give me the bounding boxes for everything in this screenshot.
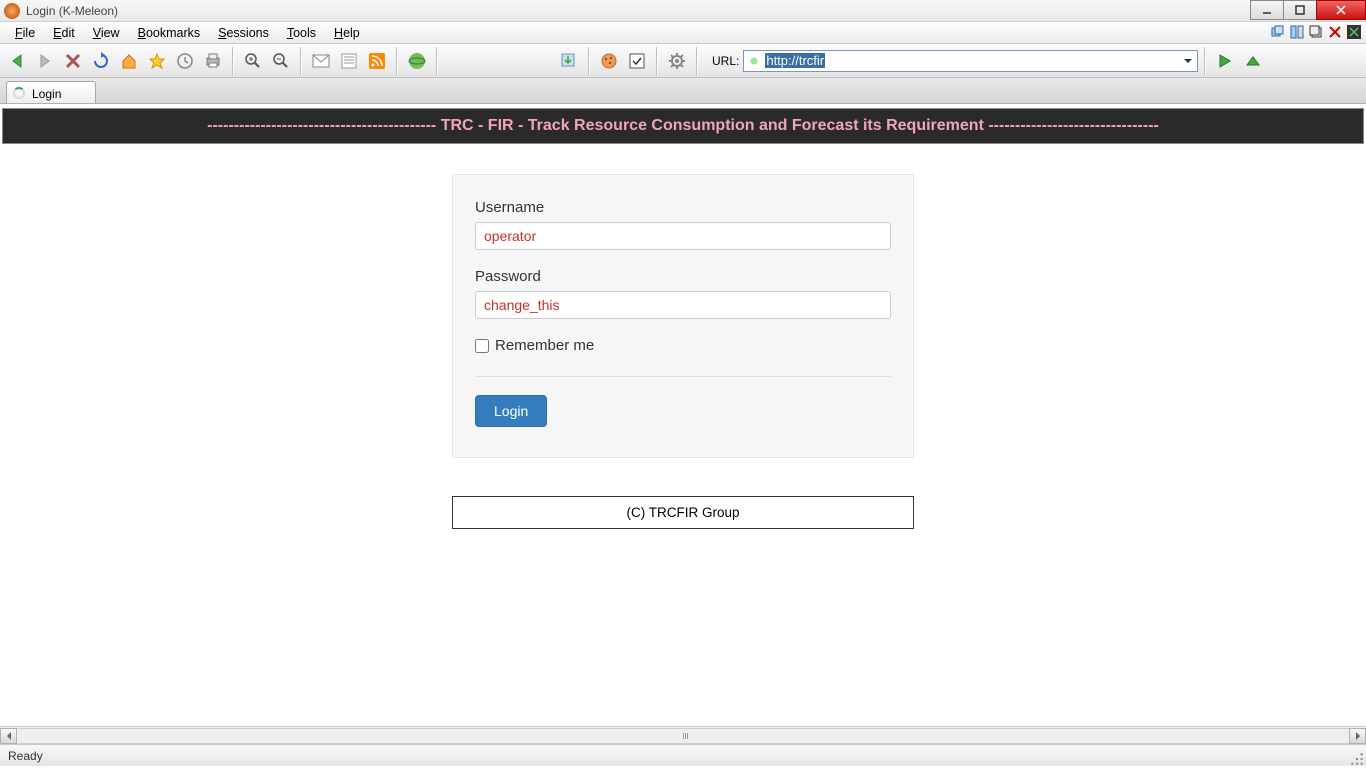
fullscreen-icon[interactable] [1346,24,1362,40]
forward-button[interactable] [32,48,58,74]
back-button[interactable] [4,48,30,74]
toolbar-separator [588,47,590,75]
form-separator [475,376,891,377]
login-button[interactable]: Login [475,395,547,427]
remember-checkbox[interactable] [475,339,489,353]
scroll-left-arrow[interactable] [0,728,17,744]
go-up-button[interactable] [1240,48,1266,74]
remember-label: Remember me [495,337,594,354]
reload-button[interactable] [88,48,114,74]
status-bar: Ready [0,744,1366,766]
url-text[interactable]: http://trcfir [765,53,825,68]
url-box[interactable]: http://trcfir [743,50,1198,72]
toolbar-separator [396,47,398,75]
window-title: Login (K-Meleon) [26,4,118,18]
app-icon [4,3,20,19]
minimize-button[interactable] [1250,0,1284,20]
url-label: URL: [712,54,739,68]
cookie-icon[interactable] [596,48,622,74]
scroll-track[interactable] [17,728,1349,744]
main-toolbar: URL: http://trcfir [0,44,1366,78]
history-icon[interactable] [172,48,198,74]
remember-row: Remember me [475,337,891,354]
username-group: Username [475,199,891,250]
url-favicon-icon [747,54,761,68]
rss-icon[interactable] [364,48,390,74]
menu-right-icons [1270,24,1362,40]
password-input[interactable] [475,291,891,319]
window-titlebar: Login (K-Meleon) [0,0,1366,22]
window-controls [1251,0,1366,22]
password-group: Password [475,268,891,319]
resize-grip-icon[interactable] [1350,752,1364,766]
maximize-button[interactable] [1283,0,1317,20]
close-button[interactable] [1316,0,1366,20]
tab-loading-spinner-icon [13,87,27,101]
url-bar-wrap: URL: http://trcfir [712,50,1198,72]
menu-view[interactable]: View [84,24,129,42]
zoom-out-icon[interactable] [268,48,294,74]
cascade-icon[interactable] [1270,24,1286,40]
password-label: Password [475,268,891,285]
menu-file[interactable]: File [6,24,44,42]
banner-title: ----------------------------------------… [2,108,1364,144]
toolbar-separator [696,47,698,75]
url-dropdown-icon[interactable] [1182,57,1194,65]
login-card: Username Password Remember me Login [452,174,914,458]
mail-icon[interactable] [308,48,334,74]
username-label: Username [475,199,891,216]
toolbar-separator [1204,47,1206,75]
news-icon[interactable] [336,48,362,74]
print-icon[interactable] [200,48,226,74]
tab-bar: Login [0,78,1366,104]
settings-gear-icon[interactable] [664,48,690,74]
menu-bar: File Edit View Bookmarks Sessions Tools … [0,22,1366,44]
close-tab-icon[interactable] [1327,24,1343,40]
username-input[interactable] [475,222,891,250]
menu-sessions[interactable]: Sessions [209,24,278,42]
restore-icon[interactable] [1308,24,1324,40]
home-button[interactable] [116,48,142,74]
zoom-in-icon[interactable] [240,48,266,74]
toolbar-separator [436,47,438,75]
toolbar-separator [656,47,658,75]
block-icon[interactable] [624,48,650,74]
footer-copyright: (C) TRCFIR Group [452,496,914,529]
tab-login[interactable]: Login [6,81,96,103]
download-icon[interactable] [556,48,582,74]
scroll-right-arrow[interactable] [1349,728,1366,744]
toolbar-separator [232,47,234,75]
bookmark-star-icon[interactable] [144,48,170,74]
page-viewport: ----------------------------------------… [0,104,1366,726]
tile-icon[interactable] [1289,24,1305,40]
menu-edit[interactable]: Edit [44,24,84,42]
tab-label: Login [32,87,61,101]
go-button[interactable] [1212,48,1238,74]
menu-tools[interactable]: Tools [278,24,325,42]
horizontal-scrollbar[interactable] [0,726,1366,744]
kmeleon-icon[interactable] [404,48,430,74]
status-text: Ready [8,749,43,763]
stop-button[interactable] [60,48,86,74]
menu-bookmarks[interactable]: Bookmarks [129,24,210,42]
menu-help[interactable]: Help [325,24,369,42]
toolbar-separator [300,47,302,75]
